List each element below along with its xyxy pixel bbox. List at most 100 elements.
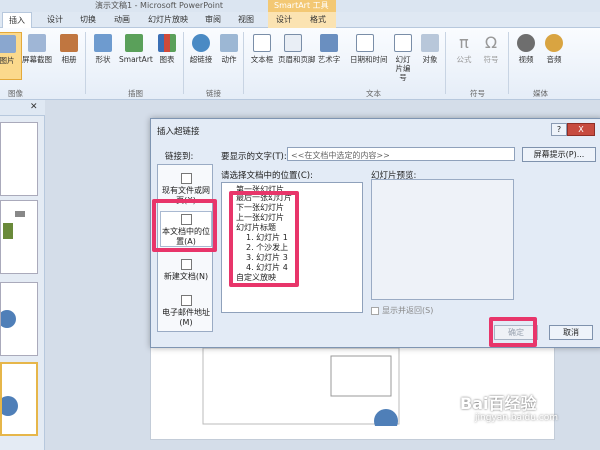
wordart-icon xyxy=(320,34,338,52)
show-and-return-checkbox[interactable]: 显示并返回(S) xyxy=(371,305,433,316)
dialog-close-button[interactable]: X xyxy=(567,123,595,136)
thumbnail-image xyxy=(3,211,25,239)
context-tools-label: SmartArt 工具 xyxy=(268,0,336,12)
album-icon xyxy=(60,34,78,52)
checkbox-icon xyxy=(371,306,379,315)
smartart-button[interactable]: SmartArt xyxy=(119,32,153,80)
group-separator xyxy=(183,32,184,94)
action-button[interactable]: 动作 xyxy=(214,32,244,80)
picture-button[interactable]: 图片 xyxy=(0,32,22,80)
help-button[interactable]: ? xyxy=(551,123,567,136)
hyperlink-icon xyxy=(192,34,210,52)
slide-smartart-frame xyxy=(202,347,400,426)
tab-design[interactable]: 设计 xyxy=(47,12,63,28)
tab-smartart-format[interactable]: 格式 xyxy=(302,12,336,28)
tree-item-previous-slide[interactable]: 上一张幻灯片 xyxy=(236,213,284,222)
textbox-button[interactable]: 文本框 xyxy=(247,32,277,80)
cancel-button[interactable]: 取消 xyxy=(549,325,593,340)
place-in-document-list[interactable]: 第一张幻灯片 最后一张幻灯片 下一张幻灯片 上一张幻灯片 幻灯片标题 1. 幻灯… xyxy=(221,182,363,313)
tab-slideshow[interactable]: 幻灯片放映 xyxy=(148,12,188,28)
wordart-button[interactable]: 艺术字 xyxy=(314,32,344,80)
textbox-label: 文本框 xyxy=(250,55,274,64)
screenshot-icon xyxy=(28,34,46,52)
email-icon xyxy=(180,295,192,306)
close-icon[interactable]: ✕ xyxy=(30,102,38,112)
action-label: 动作 xyxy=(221,55,237,64)
display-text-label: 要显示的文字(T): xyxy=(221,152,287,162)
album-label: 相册 xyxy=(61,55,77,64)
tree-item-slide[interactable]: 4. 幻灯片 4 xyxy=(246,263,288,272)
slide-thumbnail-selected[interactable] xyxy=(0,362,38,436)
link-option-label: 电子邮件地址(M) xyxy=(162,308,210,327)
group-label-media: 媒体 xyxy=(533,89,548,98)
link-option-label: 现有文件或网页(X) xyxy=(162,186,210,205)
video-icon xyxy=(517,34,535,52)
tab-review[interactable]: 审阅 xyxy=(205,12,221,28)
group-separator xyxy=(508,32,509,94)
symbol-button[interactable]: Ω 符号 xyxy=(476,32,506,80)
tab-transitions[interactable]: 切换 xyxy=(80,12,96,28)
dialog-title: 插入超链接 xyxy=(157,127,200,137)
link-option-label: 本文档中的位置(A) xyxy=(162,227,210,246)
header-footer-icon xyxy=(284,34,302,52)
album-button[interactable]: 相册 xyxy=(54,32,84,80)
tree-item-slide-titles[interactable]: 幻灯片标题 xyxy=(236,223,276,232)
audio-button[interactable]: 音频 xyxy=(539,32,569,80)
link-option-new-document[interactable]: 新建文档(N) xyxy=(160,259,212,282)
ok-button[interactable]: 确定 xyxy=(494,325,538,340)
smartart-icon xyxy=(125,34,143,52)
link-option-place-in-document[interactable]: 本文档中的位置(A) xyxy=(160,211,212,247)
tree-item-next-slide[interactable]: 下一张幻灯片 xyxy=(236,203,284,212)
object-label: 对象 xyxy=(422,55,438,64)
header-footer-button[interactable]: 页眉和页脚 xyxy=(278,32,316,80)
document-place-icon xyxy=(180,214,192,225)
group-label-text: 文本 xyxy=(366,89,381,98)
insert-hyperlink-dialog: 插入超链接 ? X 链接到: 现有文件或网页(X) 本文档中的位置(A) 新建文… xyxy=(150,118,600,348)
file-icon xyxy=(180,173,192,184)
screentip-button[interactable]: 屏幕提示(P)... xyxy=(522,147,596,162)
video-button[interactable]: 视频 xyxy=(511,32,541,80)
link-to-label: 链接到: xyxy=(165,152,194,162)
group-separator xyxy=(243,32,244,94)
group-separator xyxy=(445,32,446,94)
wordart-label: 艺术字 xyxy=(317,55,341,64)
hyperlink-button[interactable]: 超链接 xyxy=(186,32,216,80)
datetime-label: 日期和时间 xyxy=(350,55,388,64)
picture-label: 图片 xyxy=(0,56,15,65)
group-label-illustrations: 插图 xyxy=(128,89,143,98)
link-option-existing-file[interactable]: 现有文件或网页(X) xyxy=(160,173,212,206)
tab-insert[interactable]: 插入 xyxy=(2,12,32,28)
thumbnail-gear xyxy=(0,396,18,416)
chart-button[interactable]: 图表 xyxy=(152,32,182,80)
window-title: 演示文稿1 - Microsoft PowerPoint xyxy=(95,1,224,10)
slide-thumbnail[interactable] xyxy=(0,200,38,274)
datetime-icon xyxy=(356,34,374,52)
header-footer-label: 页眉和页脚 xyxy=(278,55,316,64)
tab-animations[interactable]: 动画 xyxy=(114,12,130,28)
link-option-label: 新建文档(N) xyxy=(163,272,209,281)
screenshot-button[interactable]: 屏幕截图 xyxy=(22,32,52,80)
link-option-email[interactable]: 电子邮件地址(M) xyxy=(160,295,212,328)
tree-item-last-slide[interactable]: 最后一张幻灯片 xyxy=(236,193,292,202)
slide-number-icon xyxy=(394,34,412,52)
display-text-input[interactable]: <<在文档中选定的内容>> xyxy=(287,147,515,161)
slide-thumbnail[interactable] xyxy=(0,122,38,196)
slide-thumbnail[interactable] xyxy=(0,282,38,356)
tab-view[interactable]: 视图 xyxy=(238,12,254,28)
object-button[interactable]: 对象 xyxy=(415,32,445,80)
tree-item-slide[interactable]: 1. 幻灯片 1 xyxy=(246,233,288,242)
tree-item-slide[interactable]: 2. 个沙发上 xyxy=(246,243,288,252)
ribbon: 图片 屏幕截图 相册 形状 SmartArt 图表 超链接 动作 文本框 页眉和… xyxy=(0,28,600,100)
slide-number-button[interactable]: 幻灯片编号 xyxy=(388,32,418,82)
tree-item-custom-show[interactable]: 自定义放映 xyxy=(236,273,276,282)
chart-icon xyxy=(158,34,176,52)
shapes-icon xyxy=(94,34,112,52)
shapes-button[interactable]: 形状 xyxy=(88,32,118,80)
equation-button[interactable]: π 公式 xyxy=(449,32,479,80)
audio-icon xyxy=(545,34,563,52)
datetime-button[interactable]: 日期和时间 xyxy=(350,32,388,80)
panel-header: ✕ xyxy=(0,100,45,116)
video-label: 视频 xyxy=(518,55,534,64)
tree-item-slide[interactable]: 3. 幻灯片 3 xyxy=(246,253,288,262)
tab-smartart-design[interactable]: 设计 xyxy=(268,12,302,28)
